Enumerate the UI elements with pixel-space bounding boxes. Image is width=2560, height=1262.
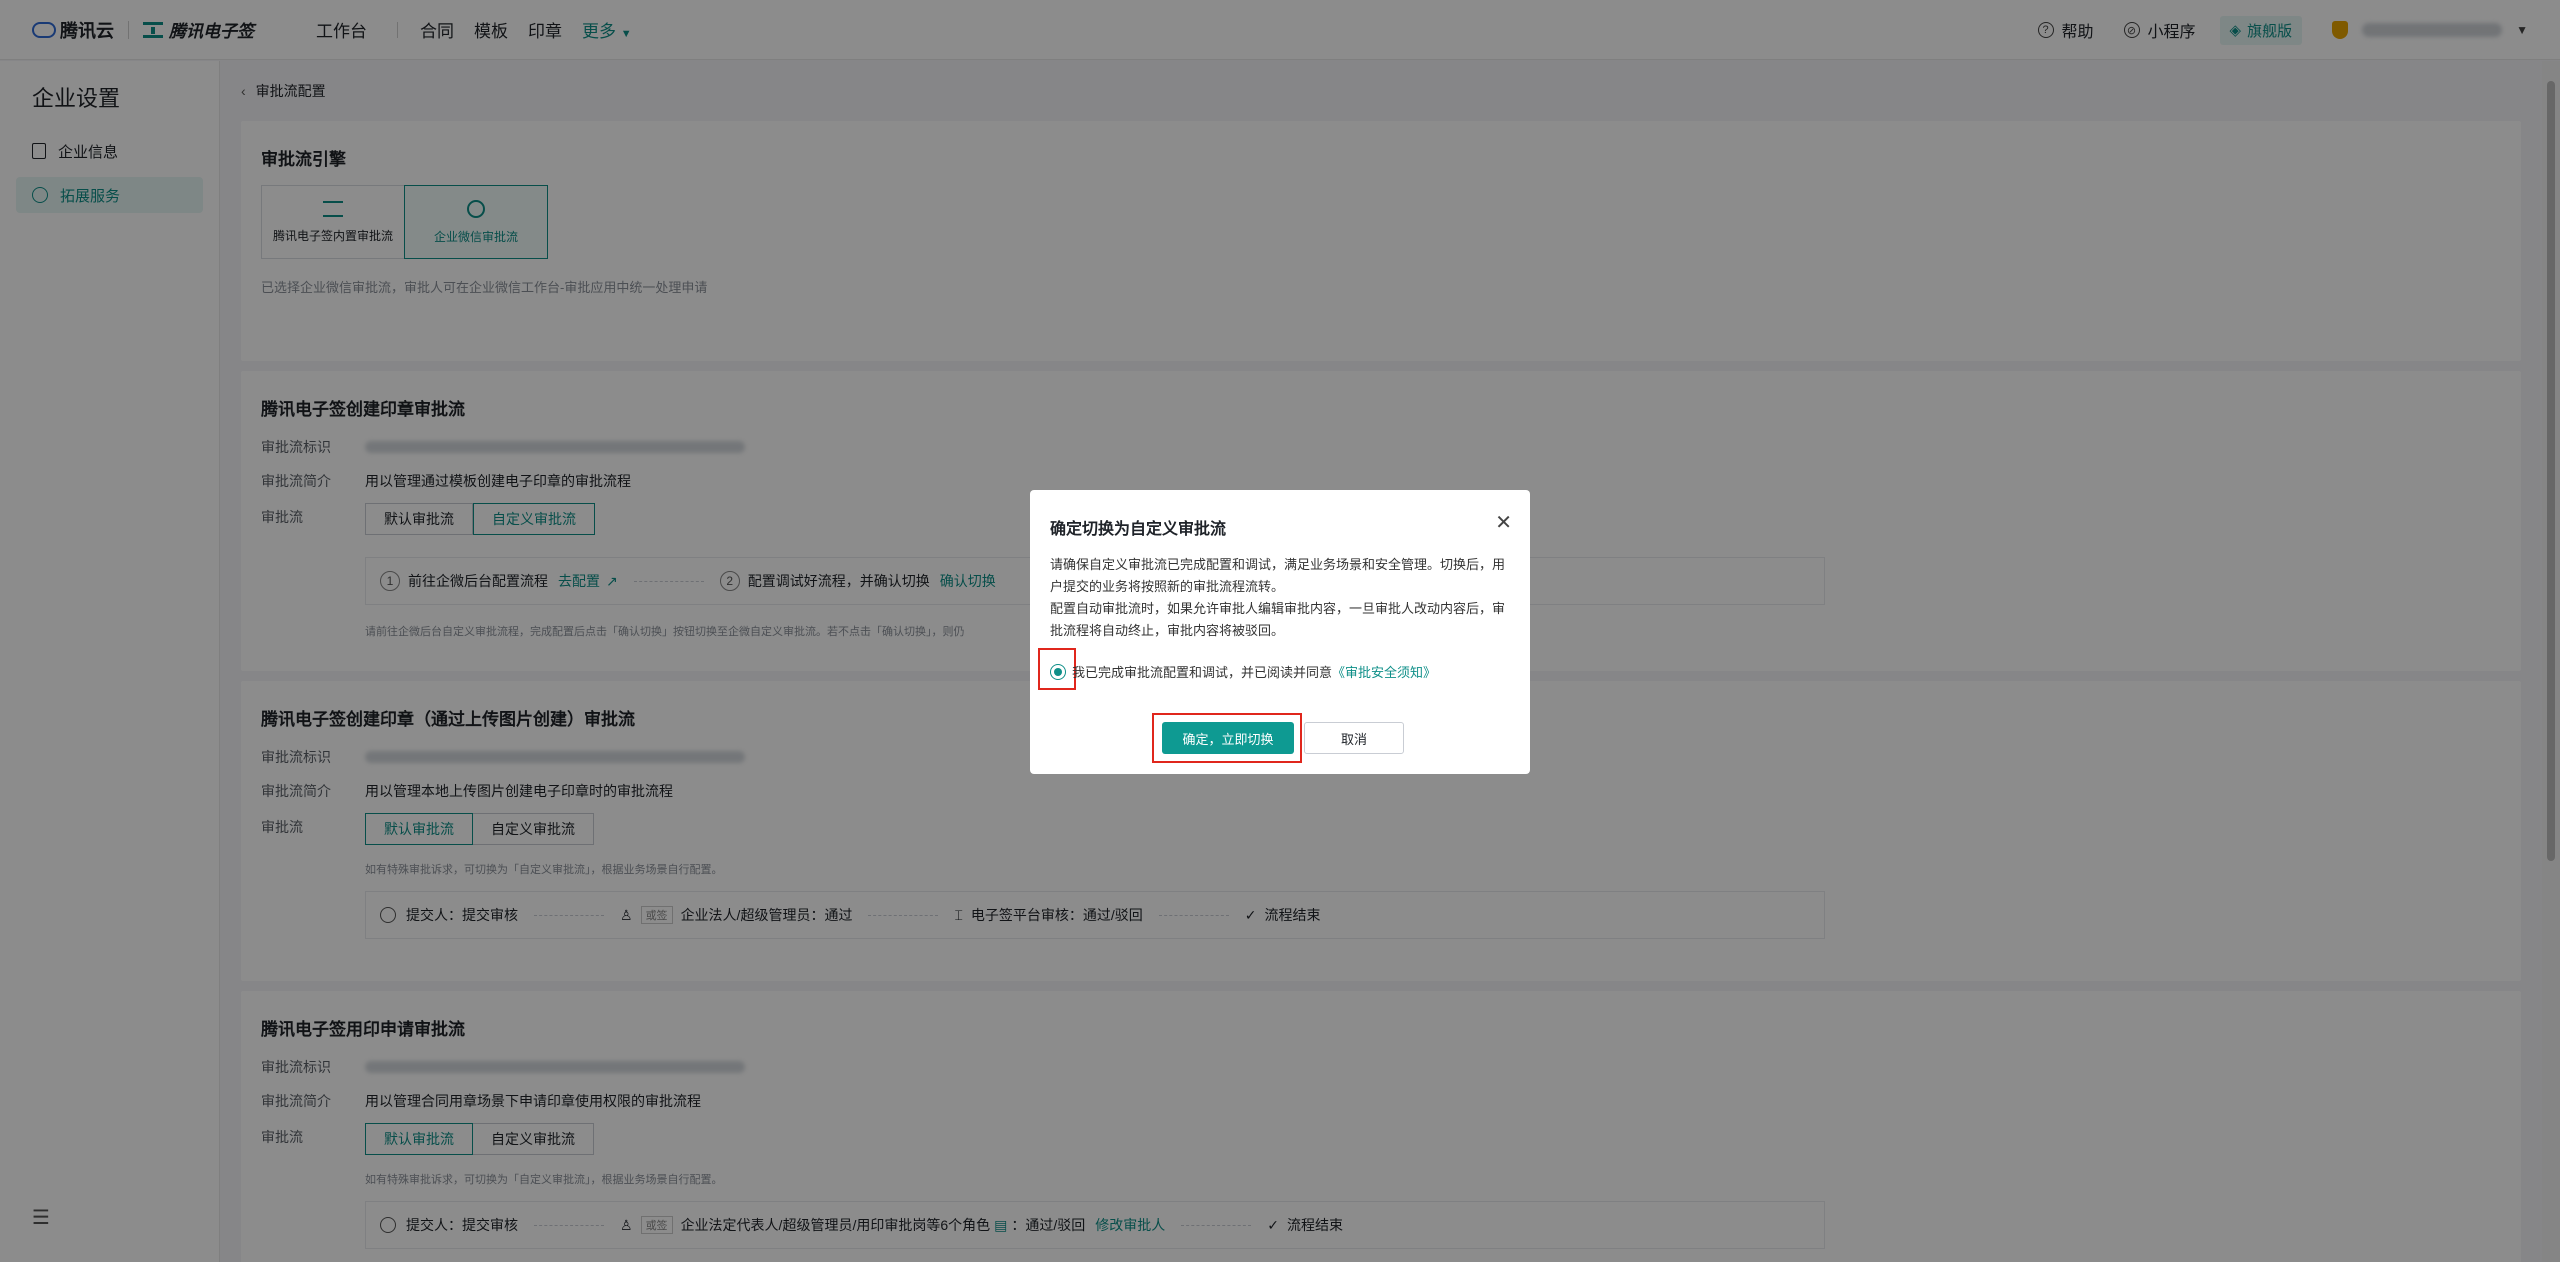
agreement-text: 我已完成审批流配置和调试，并已阅读并同意 — [1072, 665, 1333, 680]
confirm-switch-button[interactable]: 确定，立即切换 — [1162, 722, 1294, 754]
close-icon[interactable]: ✕ — [1495, 510, 1512, 535]
confirm-switch-dialog: 确定切换为自定义审批流 ✕ 请确保自定义审批流已完成配置和调试，满足业务场景和安… — [1030, 490, 1530, 774]
agreement-row: 我已完成审批流配置和调试，并已阅读并同意 《审批安全须知》 — [1050, 662, 1436, 681]
security-notice-link[interactable]: 《审批安全须知》 — [1332, 662, 1436, 681]
dialog-paragraph: 配置自动审批流时，如果允许审批人编辑审批内容，一旦审批人改动内容后，审批流程将自… — [1050, 601, 1506, 638]
cancel-button[interactable]: 取消 — [1304, 722, 1404, 754]
agreement-radio[interactable] — [1050, 663, 1066, 680]
dialog-body: 请确保自定义审批流已完成配置和调试，满足业务场景和安全管理。切换后，用户提交的业… — [1050, 554, 1512, 642]
dialog-paragraph: 请确保自定义审批流已完成配置和调试，满足业务场景和安全管理。切换后，用户提交的业… — [1050, 557, 1506, 594]
dialog-title: 确定切换为自定义审批流 — [1050, 521, 1227, 538]
